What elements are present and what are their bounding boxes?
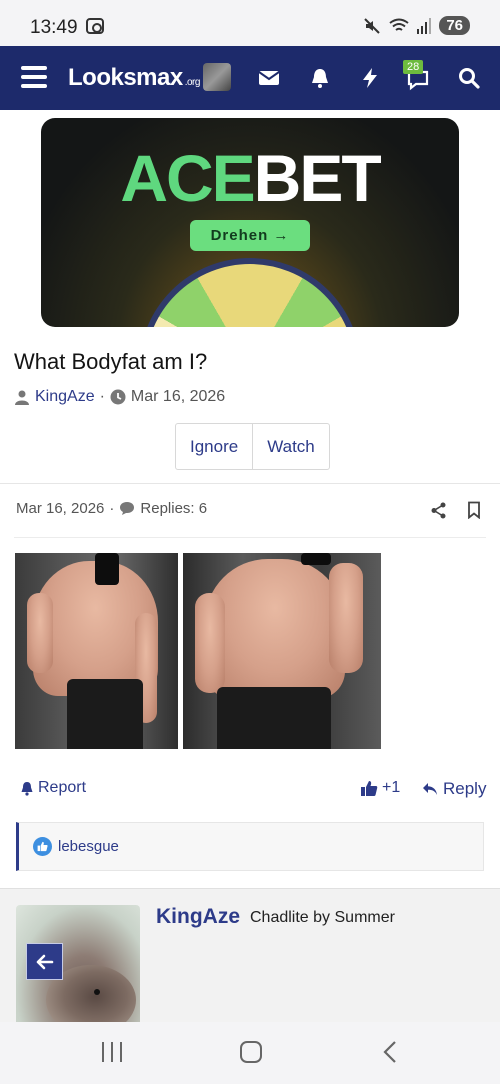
torso-shape <box>205 559 345 699</box>
thread-actions: Ignore Watch <box>175 423 330 470</box>
arm-shape <box>27 593 53 673</box>
share-icon[interactable] <box>430 502 447 519</box>
arm-shape <box>329 563 363 673</box>
next-post-user-title: Chadlite by Summer <box>250 909 395 926</box>
back-to-top-button[interactable] <box>26 943 63 980</box>
post-date[interactable]: Mar 16, 2026 <box>16 500 104 517</box>
ad-brand-part1: ACE <box>120 141 255 215</box>
like-count: +1 <box>382 779 401 796</box>
mute-icon <box>364 17 381 34</box>
report-button[interactable]: Report <box>20 779 86 797</box>
system-navigation-bar <box>0 1022 500 1084</box>
reaction-user-link[interactable]: lebesgue <box>58 838 119 855</box>
thread-title: What Bodyfat am I? <box>14 349 208 374</box>
clock-icon <box>110 389 126 405</box>
post-meta: Mar 16, 2026 · Replies: 6 <box>16 500 207 517</box>
recent-apps-button[interactable] <box>102 1042 122 1062</box>
home-button[interactable] <box>240 1041 262 1063</box>
logo-suffix: .org <box>184 77 201 88</box>
phone-shape <box>95 553 119 585</box>
report-label: Report <box>38 779 87 796</box>
screenshot-icon <box>86 18 104 34</box>
phone-shape <box>301 553 331 565</box>
status-bar: 13:49 76 <box>0 0 500 46</box>
bell-icon[interactable] <box>308 66 332 90</box>
replies-count: Replies: 6 <box>140 500 208 517</box>
reply-label: Reply <box>443 779 487 798</box>
ad-spin-button[interactable]: Drehen → <box>190 220 310 251</box>
back-button[interactable] <box>382 1040 398 1064</box>
post-image-1[interactable] <box>15 553 178 749</box>
ad-brand-part2: BET <box>253 141 382 215</box>
logo-text: Looksmax <box>68 64 183 91</box>
ad-banner[interactable]: ACEBET Drehen → <box>41 118 459 327</box>
thumbs-up-icon <box>361 780 378 796</box>
wifi-icon <box>389 18 409 31</box>
menu-icon[interactable] <box>21 66 47 88</box>
inbox-icon[interactable] <box>257 66 281 90</box>
battery-indicator: 76 <box>439 16 470 35</box>
watch-button[interactable]: Watch <box>252 424 329 469</box>
divider <box>14 537 486 538</box>
signal-icon <box>417 17 432 34</box>
user-avatar[interactable] <box>203 63 231 91</box>
arm-shape <box>195 593 225 693</box>
reply-button[interactable]: Reply <box>422 779 486 799</box>
search-icon[interactable] <box>457 66 481 90</box>
thread-meta: KingAze · Mar 16, 2026 <box>14 388 225 406</box>
thread-author-link[interactable]: KingAze <box>35 388 95 406</box>
site-logo[interactable]: Looksmax .org <box>68 64 200 92</box>
ad-brand: ACEBET <box>41 140 459 216</box>
meta-separator: · <box>99 388 105 405</box>
next-post-author-link[interactable]: KingAze <box>156 905 240 929</box>
pants-shape <box>217 687 331 749</box>
divider <box>0 483 500 484</box>
like-button[interactable]: +1 <box>360 779 400 797</box>
user-icon <box>15 390 29 405</box>
reactions-bar[interactable]: lebesgue <box>16 822 484 871</box>
status-icons: 76 <box>363 16 470 35</box>
arrow-left-icon <box>36 954 53 969</box>
thread-date[interactable]: Mar 16, 2026 <box>131 388 225 406</box>
avatar-eye-shape <box>94 989 100 995</box>
post-image-2[interactable] <box>183 553 381 749</box>
pants-shape <box>67 679 143 749</box>
bell-icon <box>21 781 33 796</box>
like-reaction-icon <box>33 837 52 856</box>
prize-wheel-image <box>139 258 361 327</box>
site-navbar: Looksmax .org 28 <box>0 46 500 110</box>
bolt-icon[interactable] <box>358 66 382 90</box>
bookmark-icon[interactable] <box>467 501 481 519</box>
post-meta-separator: · <box>109 500 115 517</box>
status-time: 13:49 <box>30 17 78 38</box>
comment-icon <box>120 502 135 515</box>
ignore-button[interactable]: Ignore <box>176 424 252 469</box>
notifications-badge: 28 <box>403 60 424 74</box>
reply-icon <box>423 783 437 795</box>
